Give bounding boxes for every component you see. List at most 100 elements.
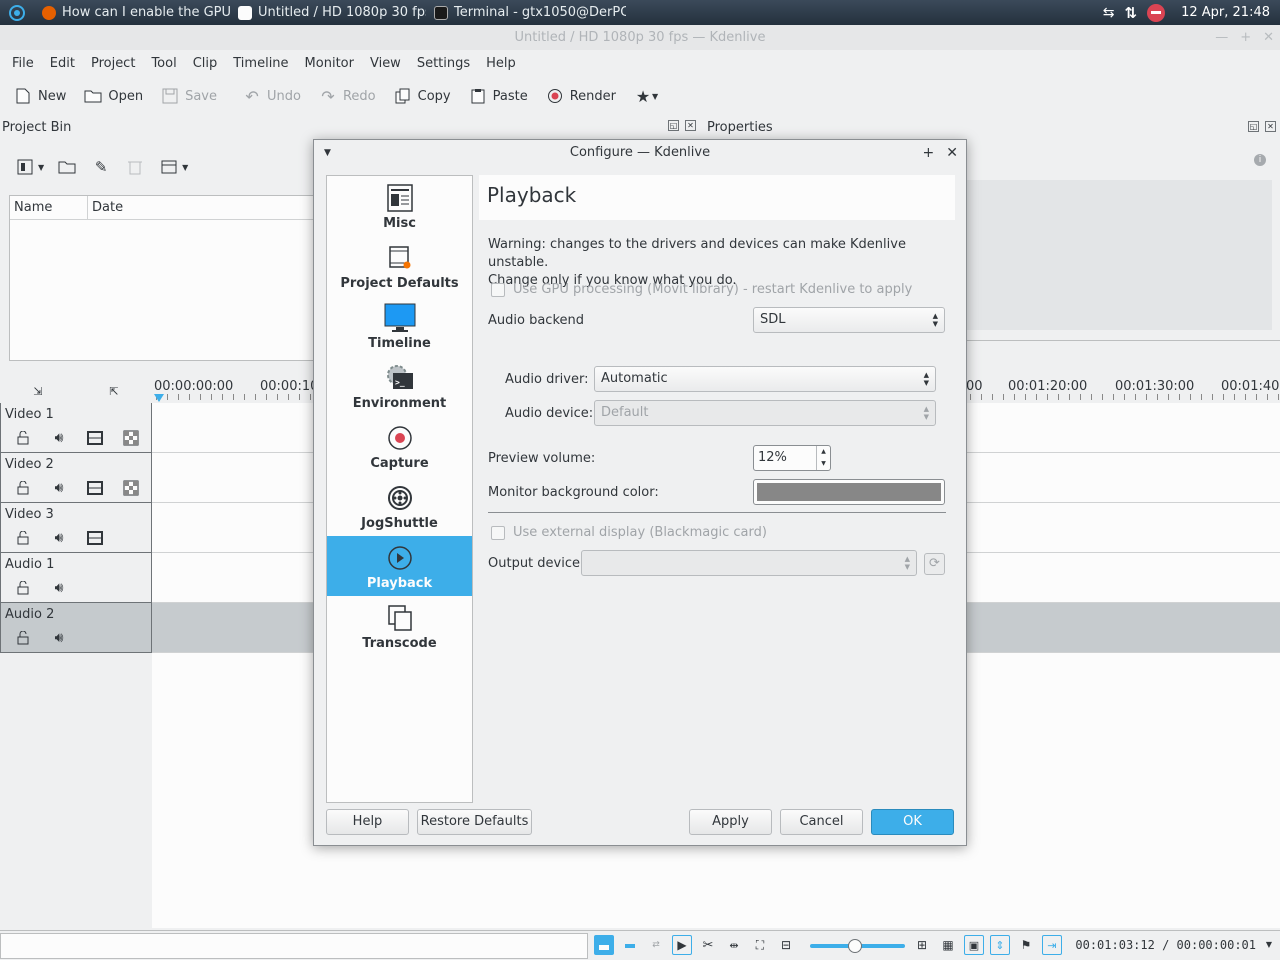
menu-timeline[interactable]: Timeline <box>225 56 296 71</box>
lock-icon[interactable] <box>13 429 33 447</box>
close-icon[interactable]: ✕ <box>685 120 696 131</box>
track-header-audio-2[interactable]: Audio 2 🔊︎ <box>0 603 152 653</box>
category-misc[interactable]: Misc <box>327 176 472 236</box>
category-jogshuttle[interactable]: JogShuttle <box>327 476 472 536</box>
film-icon[interactable] <box>85 429 105 447</box>
audio-driver-select[interactable]: Automatic ▲ ▼ <box>594 366 936 392</box>
zoom-slider-handle[interactable] <box>848 939 862 953</box>
snap-icon[interactable]: ⇥ <box>1042 935 1062 955</box>
spin-arrows-icon[interactable]: ▲ ▼ <box>816 446 830 470</box>
minimize-icon[interactable]: — <box>1215 25 1228 50</box>
gpu-processing-checkbox[interactable]: Use GPU processing (Movit library) - res… <box>491 282 912 297</box>
network-icon[interactable]: ⇅ <box>1125 4 1138 22</box>
chevron-down-icon[interactable]: ▼ <box>1266 940 1272 949</box>
lock-icon[interactable] <box>13 529 33 547</box>
project-bin-list[interactable]: Name Date <box>9 195 329 361</box>
delete-icon[interactable] <box>124 156 146 178</box>
app-launcher-icon[interactable] <box>0 0 34 25</box>
maximize-icon[interactable]: + <box>1240 25 1251 50</box>
copy-button[interactable]: Copy <box>386 83 459 109</box>
keep-above-icon[interactable]: + <box>923 140 935 166</box>
category-capture[interactable]: Capture <box>327 416 472 476</box>
edit-pencil-icon[interactable]: ✎ <box>90 156 112 178</box>
lock-icon[interactable] <box>13 479 33 497</box>
zoom-out-icon[interactable]: ⊟ <box>776 935 796 955</box>
expand-tracks-icon[interactable]: ⇱ <box>109 385 118 398</box>
insert-mode-icon[interactable]: ⇄ <box>646 935 666 955</box>
category-environment[interactable]: >_ Environment <box>327 356 472 416</box>
do-not-disturb-icon[interactable] <box>1147 3 1166 22</box>
task-terminal[interactable]: Terminal - gtx1050@DerPC... <box>426 0 626 25</box>
select-tool-icon[interactable]: ▶ <box>672 935 692 955</box>
speaker-icon[interactable]: 🔊︎ <box>49 529 69 547</box>
restore-defaults-button[interactable]: Restore Defaults <box>417 809 532 835</box>
checkbox-box[interactable] <box>491 525 505 540</box>
lock-icon[interactable] <box>13 579 33 597</box>
category-transcode[interactable]: Transcode <box>327 596 472 656</box>
menu-view[interactable]: View <box>362 56 409 71</box>
info-icon[interactable]: i <box>1254 154 1266 166</box>
speaker-icon[interactable]: 🔊︎ <box>49 479 69 497</box>
menu-project[interactable]: Project <box>83 56 143 71</box>
track-header-video-2[interactable]: Video 2 🔊︎ <box>0 453 152 503</box>
category-project-defaults[interactable]: Project Defaults <box>327 236 472 296</box>
category-timeline[interactable]: Timeline <box>327 296 472 356</box>
show-audio-icon[interactable]: ⇕ <box>990 935 1010 955</box>
speaker-icon[interactable]: 🔊︎ <box>49 579 69 597</box>
float-icon[interactable]: ◱ <box>1248 121 1259 132</box>
film-icon[interactable] <box>85 529 105 547</box>
add-folder-icon[interactable] <box>56 156 78 178</box>
normal-mode-icon[interactable] <box>594 935 614 955</box>
lock-icon[interactable] <box>13 629 33 647</box>
show-video-icon[interactable]: ▣ <box>964 935 984 955</box>
preview-volume-spinbox[interactable]: 12% ▲ ▼ <box>753 445 831 471</box>
float-icon[interactable]: ◱ <box>668 120 679 131</box>
menu-help[interactable]: Help <box>478 56 524 71</box>
new-button[interactable]: New <box>6 83 74 109</box>
connection-icon[interactable]: ⇆ <box>1103 5 1115 21</box>
track-header-video-1[interactable]: Video 1 🔊︎ <box>0 403 152 453</box>
speaker-icon[interactable]: 🔊︎ <box>49 629 69 647</box>
chevron-down-icon[interactable]: ▼ <box>182 163 188 172</box>
razor-tool-icon[interactable]: ✂ <box>698 935 718 955</box>
thumbnail-icon[interactable]: ▦ <box>938 935 958 955</box>
add-clip-icon[interactable] <box>14 156 36 178</box>
favorites-button[interactable]: ★ ▼ <box>626 83 666 109</box>
chevron-down-icon[interactable]: ▼ <box>38 163 44 172</box>
refresh-devices-button[interactable]: ⟳ <box>924 553 945 575</box>
render-button[interactable]: Render <box>538 83 624 109</box>
menu-clip[interactable]: Clip <box>185 56 226 71</box>
zoom-in-icon[interactable]: ⊞ <box>912 935 932 955</box>
column-header-date[interactable]: Date <box>88 196 328 219</box>
save-button[interactable]: Save <box>153 83 225 109</box>
menu-settings[interactable]: Settings <box>409 56 478 71</box>
close-icon[interactable]: ✕ <box>1265 121 1276 132</box>
cancel-button[interactable]: Cancel <box>780 809 863 835</box>
composite-icon[interactable] <box>121 479 141 497</box>
zoom-slider[interactable] <box>810 939 905 953</box>
clock[interactable]: 12 Apr, 21:48 <box>1181 5 1270 20</box>
apply-button[interactable]: Apply <box>689 809 772 835</box>
column-header-name[interactable]: Name <box>10 196 88 219</box>
composite-icon[interactable] <box>121 429 141 447</box>
playhead[interactable] <box>154 394 164 402</box>
menu-tool[interactable]: Tool <box>143 56 184 71</box>
category-playback[interactable]: Playback <box>327 536 472 596</box>
audio-device-select[interactable]: Default ▲ ▼ <box>594 400 936 426</box>
undo-button[interactable]: ↶ Undo <box>235 83 309 109</box>
film-icon[interactable] <box>85 479 105 497</box>
task-firefox[interactable]: How can I enable the GPU ... <box>34 0 230 25</box>
close-icon[interactable]: ✕ <box>946 140 958 166</box>
output-device-select[interactable]: ▲ ▼ <box>581 550 917 576</box>
menu-edit[interactable]: Edit <box>42 56 83 71</box>
overwrite-mode-icon[interactable] <box>620 935 640 955</box>
speaker-icon[interactable]: 🔊︎ <box>49 429 69 447</box>
task-kdenlive[interactable]: Untitled / HD 1080p 30 fps ... <box>230 0 426 25</box>
redo-button[interactable]: ↷ Redo <box>311 83 384 109</box>
track-header-audio-1[interactable]: Audio 1 🔊︎ <box>0 553 152 603</box>
help-button[interactable]: Help <box>326 809 409 835</box>
close-icon[interactable]: ✕ <box>1263 25 1274 50</box>
paste-button[interactable]: Paste <box>461 83 536 109</box>
menu-file[interactable]: File <box>4 56 42 71</box>
checkbox-box[interactable] <box>491 282 505 297</box>
